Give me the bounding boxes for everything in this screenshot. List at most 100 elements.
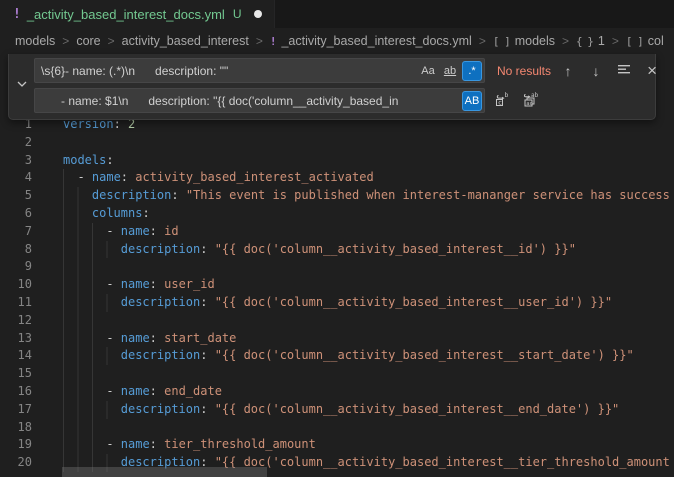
svg-text:ac: ac bbox=[526, 101, 533, 107]
indent-guides bbox=[63, 347, 121, 365]
line-number[interactable]: 4 bbox=[0, 169, 32, 187]
breadcrumb-label: col bbox=[648, 34, 664, 48]
indent-guides bbox=[63, 401, 121, 419]
code-line[interactable]: 18 bbox=[0, 419, 674, 437]
breadcrumb-separator: > bbox=[479, 34, 486, 48]
next-match-button[interactable]: ↓ bbox=[585, 60, 607, 82]
line-number[interactable]: 15 bbox=[0, 365, 32, 383]
code-line[interactable]: 3 models: bbox=[0, 152, 674, 170]
breadcrumb-separator: > bbox=[108, 34, 115, 48]
code-area[interactable]: 1version: 223models:4- name: activity_ba… bbox=[0, 116, 674, 472]
line-number[interactable]: 2 bbox=[0, 134, 32, 152]
indent-guides bbox=[63, 436, 106, 454]
token-s: activity_based_interest_activated bbox=[135, 169, 373, 187]
breadcrumb-separator: > bbox=[562, 34, 569, 48]
code-line[interactable]: 17description: "{{ doc('column__activity… bbox=[0, 401, 674, 419]
line-number[interactable]: 19 bbox=[0, 436, 32, 454]
previous-match-button[interactable]: ↑ bbox=[557, 60, 579, 82]
code-line[interactable]: 10- name: user_id bbox=[0, 276, 674, 294]
code-line[interactable]: 11description: "{{ doc('column__activity… bbox=[0, 294, 674, 312]
line-number[interactable]: 10 bbox=[0, 276, 32, 294]
line-number[interactable]: 18 bbox=[0, 419, 32, 437]
breadcrumb-item[interactable]: activity_based_interest bbox=[122, 34, 249, 48]
modified-dot-icon[interactable] bbox=[254, 10, 262, 18]
indent-guides bbox=[63, 187, 92, 205]
breadcrumb-item[interactable]: [ ] col bbox=[626, 34, 664, 48]
git-status-badge: U bbox=[233, 7, 242, 21]
token-k: models bbox=[63, 152, 106, 170]
yaml-file-icon: ! bbox=[13, 7, 21, 22]
line-number[interactable]: 12 bbox=[0, 312, 32, 330]
preserve-case-toggle[interactable]: AB bbox=[462, 91, 482, 111]
breadcrumb-item[interactable]: { }1 bbox=[576, 34, 605, 48]
code-line[interactable]: 9 bbox=[0, 258, 674, 276]
code-line[interactable]: 19- name: tier_threshold_amount bbox=[0, 436, 674, 454]
code-line[interactable]: 4- name: activity_based_interest_activat… bbox=[0, 169, 674, 187]
token-p: : bbox=[142, 205, 149, 223]
replace-all-button[interactable]: abac bbox=[519, 90, 541, 112]
line-number[interactable]: 14 bbox=[0, 347, 32, 365]
line-number[interactable]: 20 bbox=[0, 454, 32, 472]
find-in-selection-button[interactable] bbox=[613, 60, 635, 82]
array-symbol-icon: [ ] bbox=[626, 35, 643, 48]
breadcrumb-separator: > bbox=[62, 34, 69, 48]
code-line[interactable]: 13- name: start_date bbox=[0, 330, 674, 348]
code-line[interactable]: 7- name: id bbox=[0, 223, 674, 241]
breadcrumb-item[interactable]: core bbox=[76, 34, 100, 48]
code-line[interactable]: 6 columns: bbox=[0, 205, 674, 223]
match-case-toggle[interactable]: Aa bbox=[418, 61, 438, 81]
line-number[interactable]: 6 bbox=[0, 205, 32, 223]
line-number[interactable]: 9 bbox=[0, 258, 32, 276]
line-number[interactable]: 5 bbox=[0, 187, 32, 205]
line-number[interactable]: 17 bbox=[0, 401, 32, 419]
indent-guides bbox=[63, 365, 106, 383]
line-number[interactable]: 11 bbox=[0, 294, 32, 312]
line-number[interactable]: 8 bbox=[0, 241, 32, 259]
arrow-down-icon: ↓ bbox=[593, 64, 600, 78]
token-k: description bbox=[92, 187, 171, 205]
breadcrumb-label: _activity_based_interest_docs.yml bbox=[281, 34, 471, 48]
breadcrumb-item[interactable]: models bbox=[15, 34, 55, 48]
toggle-replace-button[interactable] bbox=[9, 58, 34, 113]
code-line[interactable]: 15 bbox=[0, 365, 674, 383]
token-p: : bbox=[121, 169, 135, 187]
preserve-case-label: AB bbox=[465, 95, 480, 107]
code-line[interactable]: 12 bbox=[0, 312, 674, 330]
breadcrumb-item[interactable]: !_activity_based_interest_docs.yml bbox=[270, 34, 472, 48]
indent-guides bbox=[63, 312, 106, 330]
line-number[interactable]: 3 bbox=[0, 152, 32, 170]
whole-word-toggle[interactable]: ab bbox=[440, 61, 460, 81]
token-s: user_id bbox=[164, 276, 215, 294]
code-line[interactable]: 8description: "{{ doc('column__activity_… bbox=[0, 241, 674, 259]
breadcrumb-item[interactable]: [ ]models bbox=[493, 34, 555, 48]
code-line[interactable]: 14description: "{{ doc('column__activity… bbox=[0, 347, 674, 365]
token-p: : bbox=[150, 383, 164, 401]
find-input[interactable]: \s{6}- name: (.*)\n description: "" Aaab… bbox=[34, 58, 485, 83]
editor-tab[interactable]: ! _activity_based_interest_docs.yml U bbox=[0, 0, 275, 28]
line-number[interactable]: 7 bbox=[0, 223, 32, 241]
token-k: columns bbox=[92, 205, 143, 223]
code-line[interactable]: 16- name: end_date bbox=[0, 383, 674, 401]
token-s: "This event is published when interest-m… bbox=[186, 187, 670, 205]
replace-input[interactable]: - name: $1\n description: "{{ doc('colum… bbox=[34, 88, 485, 113]
breadcrumb-label: core bbox=[76, 34, 100, 48]
close-find-button[interactable]: × bbox=[641, 60, 663, 82]
replace-button[interactable]: bc bbox=[491, 90, 513, 112]
line-number[interactable]: 16 bbox=[0, 383, 32, 401]
code-line[interactable]: 5description: "This event is published w… bbox=[0, 187, 674, 205]
code-line[interactable]: 2 bbox=[0, 134, 674, 152]
token-d: - bbox=[77, 169, 91, 187]
token-p: : bbox=[106, 152, 113, 170]
vscode-window: ! _activity_based_interest_docs.yml U mo… bbox=[0, 0, 674, 477]
indent-guides bbox=[63, 241, 121, 259]
horizontal-scrollbar-thumb[interactable] bbox=[62, 467, 267, 477]
token-p: : bbox=[150, 276, 164, 294]
line-number[interactable]: 13 bbox=[0, 330, 32, 348]
indent-guides bbox=[63, 258, 106, 276]
breadcrumb-label: activity_based_interest bbox=[122, 34, 249, 48]
token-s: id bbox=[164, 223, 178, 241]
array-symbol-icon: [ ] bbox=[493, 35, 510, 48]
regex-label: .* bbox=[468, 65, 475, 77]
regex-toggle[interactable]: .* bbox=[462, 61, 482, 81]
find-widget: \s{6}- name: (.*)\n description: "" Aaab… bbox=[8, 54, 656, 120]
